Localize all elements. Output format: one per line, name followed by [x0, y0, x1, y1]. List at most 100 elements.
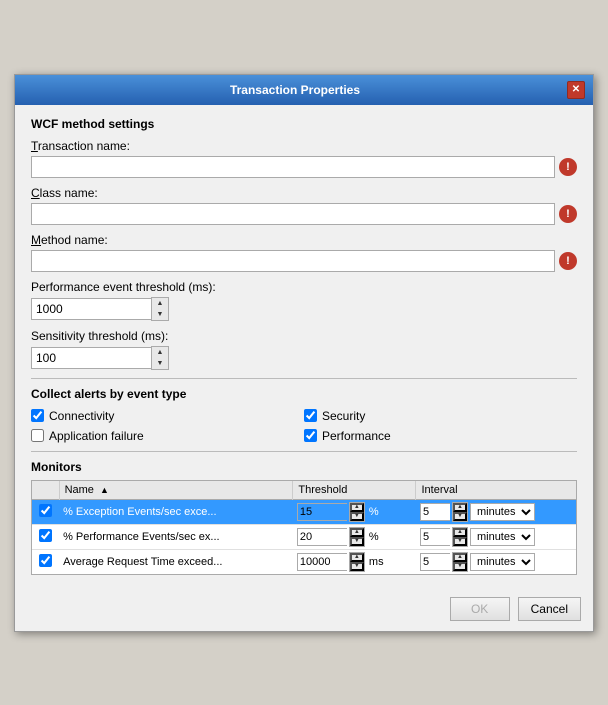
close-button[interactable]: ✕ — [567, 81, 585, 99]
row-interval-cell: ▲▼minuteshoursseconds — [416, 549, 576, 574]
threshold-input-0[interactable] — [297, 503, 347, 521]
cancel-button[interactable]: Cancel — [518, 597, 581, 621]
connectivity-label: Connectivity — [49, 409, 114, 423]
threshold-unit-2: ms — [369, 556, 384, 568]
perf-threshold-row: ▲ ▼ — [31, 297, 577, 321]
table-row: % Exception Events/sec exce...▲▼%▲▼minut… — [32, 499, 576, 524]
class-name-input[interactable] — [31, 203, 555, 225]
row-interval-cell: ▲▼minuteshoursseconds — [416, 499, 576, 524]
threshold-down-1[interactable]: ▼ — [350, 537, 364, 546]
sensitivity-threshold-input[interactable] — [31, 347, 151, 369]
monitors-table-header-row: Name ▲ Threshold Interval — [32, 481, 576, 500]
interval-down-2[interactable]: ▼ — [453, 562, 467, 571]
sensitivity-threshold-down-button[interactable]: ▼ — [152, 358, 168, 369]
sensitivity-threshold-row: ▲ ▼ — [31, 346, 577, 370]
threshold-unit-0: % — [369, 506, 379, 518]
row-interval-cell: ▲▼minuteshoursseconds — [416, 524, 576, 549]
sort-arrow-icon: ▲ — [100, 485, 109, 495]
app-failure-label: Application failure — [49, 429, 144, 443]
perf-threshold-spinner: ▲ ▼ — [151, 297, 169, 321]
interval-dropdown-2[interactable]: minuteshoursseconds — [470, 553, 535, 571]
monitors-table: Name ▲ Threshold Interval % Exception Ev… — [32, 481, 576, 574]
table-row: Average Request Time exceed...▲▼ms▲▼minu… — [32, 549, 576, 574]
interval-up-1[interactable]: ▲ — [453, 528, 467, 537]
threshold-input-1[interactable] — [297, 528, 347, 546]
monitors-section-title: Monitors — [31, 460, 577, 474]
transaction-name-error-icon: ! — [559, 158, 577, 176]
method-name-input[interactable] — [31, 250, 555, 272]
transaction-name-input[interactable] — [31, 156, 555, 178]
performance-checkbox-item: Performance — [304, 429, 577, 443]
sensitivity-threshold-spinner: ▲ ▼ — [151, 346, 169, 370]
performance-label: Performance — [322, 429, 391, 443]
interval-input-2[interactable] — [420, 553, 450, 571]
sensitivity-threshold-label: Sensitivity threshold (ms): — [31, 329, 577, 343]
interval-up-0[interactable]: ▲ — [453, 503, 467, 512]
threshold-up-2[interactable]: ▲ — [350, 553, 364, 562]
dialog-content: WCF method settings Transaction name: ! … — [15, 105, 593, 587]
threshold-input-2[interactable] — [297, 553, 347, 571]
connectivity-checkbox[interactable] — [31, 409, 44, 422]
dialog-title: Transaction Properties — [23, 83, 567, 97]
interval-down-0[interactable]: ▼ — [453, 512, 467, 521]
interval-dropdown-0[interactable]: minuteshoursseconds — [470, 503, 535, 521]
row-name-cell: Average Request Time exceed... — [59, 549, 293, 574]
row-name-cell: % Performance Events/sec ex... — [59, 524, 293, 549]
method-name-error-icon: ! — [559, 252, 577, 270]
title-bar: Transaction Properties ✕ — [15, 75, 593, 105]
monitors-table-wrapper: Name ▲ Threshold Interval % Exception Ev… — [31, 480, 577, 575]
row-name-cell: % Exception Events/sec exce... — [59, 499, 293, 524]
threshold-down-2[interactable]: ▼ — [350, 562, 364, 571]
monitor-row-checkbox-0[interactable] — [39, 504, 52, 517]
threshold-spinner-2: ▲▼ — [349, 552, 365, 572]
transaction-name-label: Transaction name: — [31, 139, 577, 153]
perf-threshold-label: Performance event threshold (ms): — [31, 280, 577, 294]
monitor-row-checkbox-1[interactable] — [39, 529, 52, 542]
row-checkbox-cell — [32, 499, 59, 524]
threshold-spinner-0: ▲▼ — [349, 502, 365, 522]
divider-1 — [31, 378, 577, 379]
threshold-unit-1: % — [369, 531, 379, 543]
alerts-section-title: Collect alerts by event type — [31, 387, 577, 401]
class-name-row: ! — [31, 203, 577, 225]
divider-2 — [31, 451, 577, 452]
performance-checkbox[interactable] — [304, 429, 317, 442]
app-failure-checkbox-item: Application failure — [31, 429, 304, 443]
wcf-section-title: WCF method settings — [31, 117, 577, 131]
perf-threshold-down-button[interactable]: ▼ — [152, 309, 168, 320]
security-checkbox[interactable] — [304, 409, 317, 422]
monitor-row-checkbox-2[interactable] — [39, 554, 52, 567]
security-checkbox-item: Security — [304, 409, 577, 423]
interval-down-1[interactable]: ▼ — [453, 537, 467, 546]
perf-threshold-input[interactable] — [31, 298, 151, 320]
ok-button[interactable]: OK — [450, 597, 510, 621]
class-name-error-icon: ! — [559, 205, 577, 223]
app-failure-checkbox[interactable] — [31, 429, 44, 442]
method-name-row: ! — [31, 250, 577, 272]
row-threshold-cell: ▲▼% — [293, 499, 416, 524]
perf-threshold-up-button[interactable]: ▲ — [152, 298, 168, 309]
transaction-name-row: ! — [31, 156, 577, 178]
threshold-up-1[interactable]: ▲ — [350, 528, 364, 537]
monitors-table-body: % Exception Events/sec exce...▲▼%▲▼minut… — [32, 499, 576, 574]
threshold-down-0[interactable]: ▼ — [350, 512, 364, 521]
row-threshold-cell: ▲▼% — [293, 524, 416, 549]
row-checkbox-cell — [32, 549, 59, 574]
interval-dropdown-1[interactable]: minuteshoursseconds — [470, 528, 535, 546]
dialog-buttons: OK Cancel — [15, 587, 593, 631]
sensitivity-threshold-up-button[interactable]: ▲ — [152, 347, 168, 358]
transaction-properties-dialog: Transaction Properties ✕ WCF method sett… — [14, 74, 594, 632]
threshold-spinner-1: ▲▼ — [349, 527, 365, 547]
interval-spinner-2: ▲▼ — [452, 552, 468, 572]
alerts-checkboxes-grid: Connectivity Security Application failur… — [31, 409, 577, 443]
table-row: % Performance Events/sec ex...▲▼%▲▼minut… — [32, 524, 576, 549]
interval-up-2[interactable]: ▲ — [453, 553, 467, 562]
interval-spinner-0: ▲▼ — [452, 502, 468, 522]
col-header-name[interactable]: Name ▲ — [59, 481, 293, 500]
interval-input-0[interactable] — [420, 503, 450, 521]
method-name-label: Method name: — [31, 233, 577, 247]
threshold-up-0[interactable]: ▲ — [350, 503, 364, 512]
interval-spinner-1: ▲▼ — [452, 527, 468, 547]
monitors-section: Monitors Name ▲ Threshold Interval % Exc… — [31, 460, 577, 575]
interval-input-1[interactable] — [420, 528, 450, 546]
